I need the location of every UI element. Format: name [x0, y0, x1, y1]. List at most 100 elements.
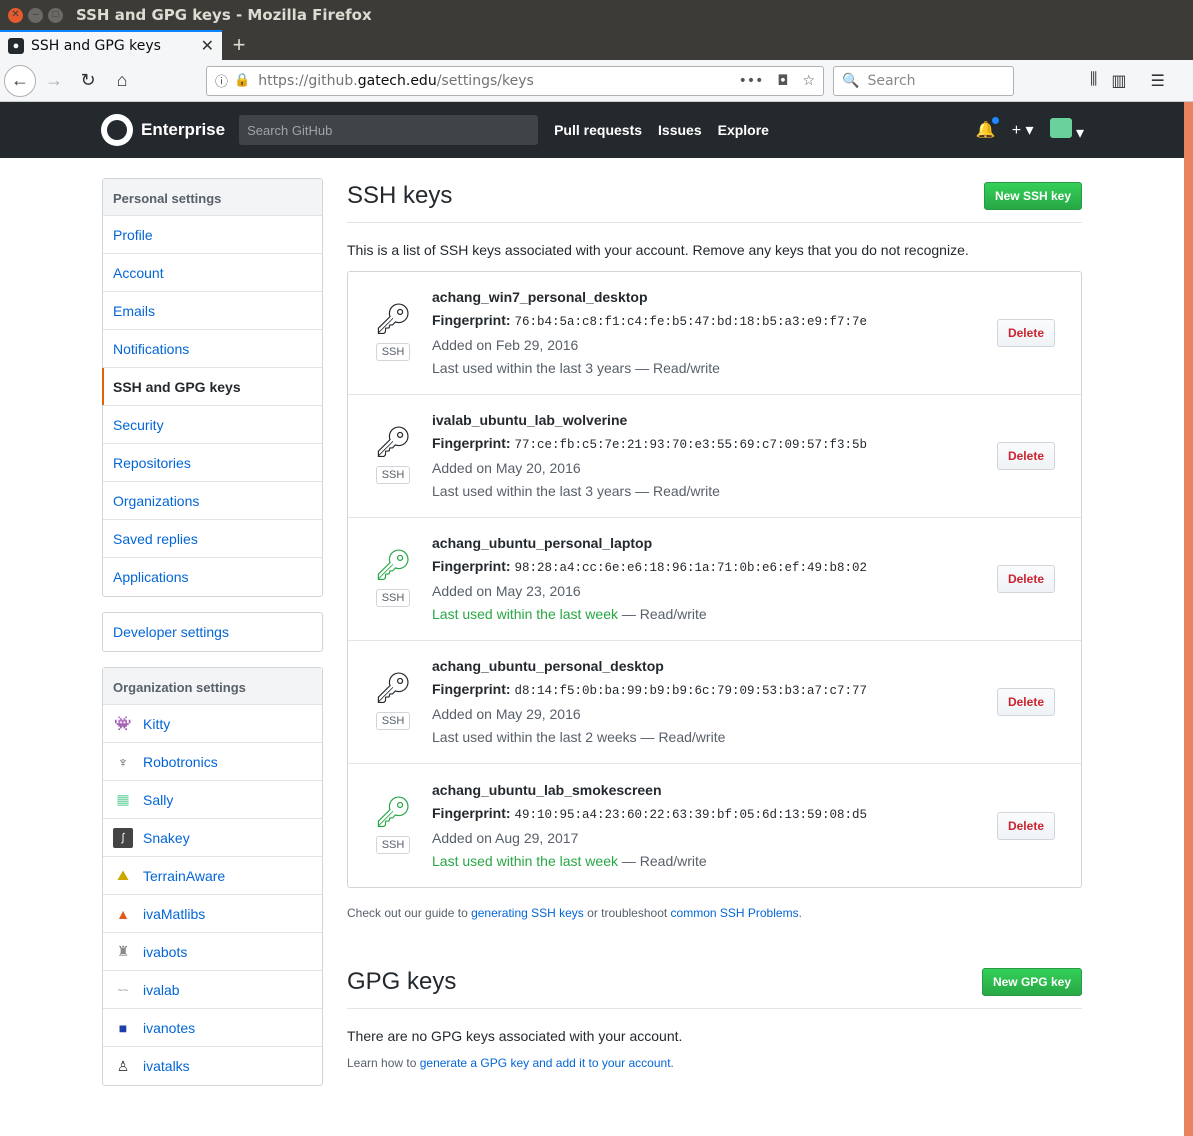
scrollbar-edge: [1184, 102, 1193, 1136]
gpg-empty-text: There are no GPG keys associated with yo…: [347, 1028, 683, 1044]
nav-pull-requests[interactable]: Pull requests: [554, 122, 642, 138]
org-name: ivanotes: [143, 1019, 196, 1036]
org-item-snakey[interactable]: ∫ Snakey: [103, 819, 322, 857]
github-favicon-icon: ●: [8, 38, 24, 54]
back-button[interactable]: ←: [4, 64, 36, 97]
window-maximize-button[interactable]: □: [48, 7, 63, 23]
nav-explore[interactable]: Explore: [718, 122, 769, 138]
sidebar-item-notifications[interactable]: Notifications: [103, 330, 322, 368]
org-name: TerrainAware: [143, 867, 226, 884]
sidebar-item-profile[interactable]: Profile: [103, 216, 322, 254]
brand-name[interactable]: Enterprise: [141, 120, 225, 140]
browser-search-bar[interactable]: 🔍 Search: [833, 65, 1014, 96]
snake-icon: ∫: [113, 827, 133, 848]
key-title: ivalab_ubuntu_lab_wolverine: [432, 412, 628, 428]
key-fingerprint: Fingerprint: 49:10:95:a4:23:60:22:63:39:…: [432, 804, 867, 822]
main-content: SSH keys New SSH key This is a list of S…: [347, 178, 1082, 1070]
window-titlebar: ✕ – □ SSH and GPG keys - Mozilla Firefox: [0, 0, 1193, 30]
avatar: [1049, 117, 1072, 138]
ssh-key-row: 🔑︎ SSH achang_ubuntu_personal_desktop Fin…: [348, 641, 1081, 764]
developer-settings-menu: Developer settings: [102, 612, 323, 652]
key-icon: 🔑︎: [373, 795, 413, 829]
generate-gpg-key-link[interactable]: generate a GPG key and add it to your ac…: [420, 1056, 671, 1070]
key-icon: 🔑︎: [373, 549, 413, 582]
settings-sidebar: Personal settings Profile Account Emails…: [102, 178, 323, 1101]
ssh-help-note: Check out our guide to generating SSH ke…: [347, 906, 802, 920]
sidebar-item-account[interactable]: Account: [103, 254, 322, 292]
key-icon: 🔑︎: [373, 426, 413, 459]
sidebar-item-emails[interactable]: Emails: [103, 292, 322, 330]
org-item-ivalab[interactable]: ~~ ivalab: [103, 971, 322, 1009]
delete-key-button[interactable]: Delete: [996, 688, 1055, 716]
alien-icon: 👾: [114, 715, 132, 731]
notebook-icon: ■: [118, 1019, 128, 1036]
key-title: achang_ubuntu_personal_desktop: [432, 658, 664, 674]
sidebar-item-ssh-gpg-keys[interactable]: SSH and GPG keys: [102, 368, 322, 406]
window-minimize-button[interactable]: –: [28, 7, 43, 23]
org-name: Sally: [143, 791, 174, 808]
nav-toolbar: ← → ↻ ⌂ ⓘ 🔒 https://github.gatech.edu/se…: [0, 60, 1193, 102]
org-item-ivamatlibs[interactable]: ▲ ivaMatlibs: [103, 895, 322, 933]
page-title: SSH keys: [347, 182, 453, 209]
ssh-badge: SSH: [375, 343, 411, 361]
org-item-robotronics[interactable]: ♆ Robotronics: [103, 743, 322, 781]
user-avatar-dropdown[interactable]: ▾: [1049, 117, 1084, 143]
page-content: Enterprise Search GitHub Pull requests I…: [0, 102, 1193, 1136]
browser-tab[interactable]: ● SSH and GPG keys ✕: [0, 30, 222, 60]
org-name: Robotronics: [143, 753, 218, 770]
delete-key-button[interactable]: Delete: [996, 319, 1055, 347]
common-ssh-problems-link[interactable]: common SSH Problems: [671, 906, 799, 920]
notifications-bell-icon[interactable]: 🔔: [976, 116, 1000, 140]
org-item-ivatalks[interactable]: ♙ ivatalks: [103, 1047, 322, 1085]
key-added-date: Added on Aug 29, 2017: [432, 829, 579, 846]
delete-key-button[interactable]: Delete: [996, 442, 1055, 470]
sidebar-item-saved-replies[interactable]: Saved replies: [103, 520, 322, 558]
key-fingerprint: Fingerprint: d8:14:f5:0b:ba:99:b9:b9:6c:…: [432, 681, 867, 698]
org-item-terrainaware[interactable]: ⛰ TerrainAware: [103, 857, 322, 895]
bookmark-star-icon[interactable]: ☆: [802, 73, 815, 89]
sidebar-item-organizations[interactable]: Organizations: [103, 482, 322, 520]
new-ssh-key-button[interactable]: New SSH key: [983, 182, 1082, 210]
org-name: ivalab: [143, 981, 180, 998]
pocket-icon[interactable]: ◘: [777, 73, 788, 89]
info-icon[interactable]: ⓘ: [215, 71, 228, 90]
org-name: Kitty: [143, 715, 171, 732]
org-name: Snakey: [143, 829, 190, 846]
key-added-date: Added on May 29, 2016: [432, 706, 581, 722]
github-search-input[interactable]: Search GitHub: [239, 115, 539, 145]
reload-button[interactable]: ↻: [72, 65, 104, 97]
url-bar[interactable]: ⓘ 🔒 https://github.gatech.edu/settings/k…: [206, 65, 824, 96]
sidebar-toggle-icon[interactable]: ▥: [1111, 71, 1126, 91]
create-new-dropdown[interactable]: + ▾: [1012, 120, 1034, 140]
org-item-sally[interactable]: ▦ Sally: [103, 781, 322, 819]
nav-issues[interactable]: Issues: [658, 122, 702, 138]
organization-settings-heading: Organization settings: [103, 668, 322, 705]
home-button[interactable]: ⌂: [106, 65, 138, 97]
sidebar-item-developer-settings[interactable]: Developer settings: [103, 613, 322, 651]
page-actions-icon[interactable]: •••: [739, 73, 764, 89]
url-text[interactable]: https://github.gatech.edu/settings/keys: [258, 73, 738, 89]
org-item-ivanotes[interactable]: ■ ivanotes: [103, 1009, 322, 1047]
key-last-used: Last used within the last 3 years — Read…: [432, 483, 720, 499]
menu-hamburger-icon[interactable]: ☰: [1151, 71, 1165, 91]
window-close-button[interactable]: ✕: [8, 7, 23, 23]
org-item-ivabots[interactable]: ♜ ivabots: [103, 933, 322, 971]
key-fingerprint: Fingerprint: 77:ce:fb:c5:7e:21:93:70:e3:…: [432, 435, 867, 452]
ssh-badge: SSH: [375, 589, 411, 607]
generating-ssh-keys-link[interactable]: generating SSH keys: [471, 906, 584, 920]
library-icon[interactable]: ⫼: [1090, 71, 1097, 91]
delete-key-button[interactable]: Delete: [996, 811, 1055, 840]
forward-button[interactable]: →: [38, 65, 70, 97]
sidebar-item-security[interactable]: Security: [103, 406, 322, 444]
github-logo-icon[interactable]: [101, 114, 133, 146]
delete-key-button[interactable]: Delete: [996, 565, 1055, 593]
sidebar-item-applications[interactable]: Applications: [103, 558, 322, 596]
new-gpg-key-button[interactable]: New GPG key: [981, 968, 1082, 996]
tab-close-icon[interactable]: ✕: [201, 36, 214, 56]
org-item-kitty[interactable]: 👾 Kitty: [103, 705, 322, 743]
presenter-icon: ♙: [116, 1057, 130, 1074]
sidebar-item-repositories[interactable]: Repositories: [103, 444, 322, 482]
ssh-key-row: 🔑︎ SSH achang_ubuntu_lab_smokescreen Fing…: [348, 764, 1081, 887]
github-header: Enterprise Search GitHub Pull requests I…: [0, 102, 1184, 158]
new-tab-button[interactable]: +: [222, 30, 256, 60]
